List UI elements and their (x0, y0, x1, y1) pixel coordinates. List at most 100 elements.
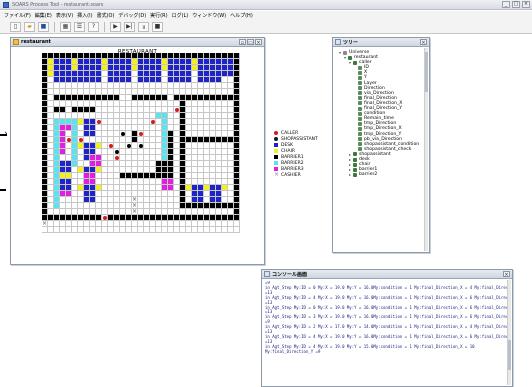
menu-insert[interactable]: 挿入(I) (77, 12, 92, 19)
tree-item-label: barrier2 (359, 172, 378, 178)
menu-run[interactable]: 実行(R) (150, 12, 167, 19)
window-titlebar: SOARS Process Tool - restaurant.soars _ … (0, 0, 532, 10)
tree-item[interactable]: ▸ barrier2 (339, 172, 419, 177)
legend-item: SHOPASSISTANT (274, 136, 318, 142)
restaurant-window-header[interactable]: restaurant ▫ ▭ × (11, 38, 264, 47)
legend-label: SHOPASSISTANT (281, 136, 318, 142)
menu-file[interactable]: ファイル(F) (4, 12, 31, 19)
legend-item: × CASHIER (274, 172, 318, 178)
console-line: in Agt_Step My:ID = 2 My:X = 17.0 My:Y =… (265, 324, 510, 330)
legend-label: CALLER (281, 130, 299, 136)
console-line: in Agt_Step My:ID = 0 My:X = 19.0 My:Y =… (265, 284, 510, 290)
variable-icon (358, 91, 362, 96)
grid-cell (234, 227, 240, 233)
variable-icon (358, 70, 362, 75)
grid-icon[interactable]: ▦ (60, 21, 71, 32)
pause-icon[interactable]: ॥ (138, 21, 149, 32)
save-icon[interactable]: ■ (38, 21, 49, 32)
frame-close-icon[interactable]: × (503, 271, 510, 278)
tree-scrollbar[interactable] (424, 48, 428, 251)
frame-close-icon[interactable]: × (420, 39, 427, 46)
variable-icon (358, 65, 362, 70)
legend-swatch: × (274, 171, 280, 178)
variable-icon (358, 86, 362, 91)
frame-close-icon[interactable]: × (255, 39, 262, 46)
console-line: My:final_Direction_Y =9 (265, 348, 321, 354)
restaurant-window-title: restaurant (21, 39, 51, 45)
console-line: in Agt_Step My:ID = 4 My:X = 19.0 My:Y =… (265, 294, 510, 300)
legend-swatch (274, 143, 278, 147)
menu-view[interactable]: 表示(V) (56, 12, 73, 19)
folder-icon (353, 167, 357, 172)
desktop-area: restaurant ▫ ▭ × RESTAURANT × × × × CALLER S… (0, 34, 532, 387)
console-scrollbar[interactable] (507, 280, 511, 385)
frame-icon (335, 39, 341, 45)
menu-debug[interactable]: デバッグ(D) (118, 12, 146, 19)
variable-icon (358, 76, 362, 81)
restaurant-window[interactable]: restaurant ▫ ▭ × RESTAURANT × × × × CALLER S… (10, 37, 318, 265)
folder-icon (353, 157, 357, 162)
window-title: SOARS Process Tool - restaurant.soars (12, 1, 104, 8)
tree-window-title: ツリー (343, 39, 359, 46)
toolbar: ▯ ▰ ■ ▦ ☰ ? ▶ ▶| ॥ ■ (0, 20, 532, 34)
legend-label: DESK (281, 142, 294, 148)
folder-icon (353, 152, 357, 157)
frame-icon (264, 271, 270, 277)
stop-icon[interactable]: ■ (152, 21, 163, 32)
variable-icon (358, 106, 362, 111)
menu-window[interactable]: ウィンドウ(W) (192, 12, 226, 19)
legend-swatch (274, 161, 278, 165)
folder-icon (343, 50, 347, 55)
legend-label: CASHIER (281, 172, 301, 178)
new-icon[interactable]: ▯ (10, 21, 21, 32)
tree-window[interactable]: ツリー × ▾ Universe ▾ restaurant ▾ caller ID X Y Lay… (332, 37, 430, 253)
legend-label: BARRIER3 (281, 166, 304, 172)
left-arrow-icon: › (4, 129, 8, 139)
open-icon[interactable]: ▰ (24, 21, 35, 32)
left-bar (0, 189, 6, 191)
menu-help[interactable]: ヘルプ(H) (230, 12, 253, 19)
restore-icon[interactable]: ▭ (247, 39, 254, 46)
folder-icon (353, 162, 357, 167)
console-output[interactable]: =9 in Agt_Step My:ID = 0 My:X = 19.0 My:Y… (265, 281, 510, 384)
console-window-title: コンソール画面 (272, 271, 308, 278)
folder-icon (353, 172, 357, 177)
close-icon[interactable]: × (522, 1, 530, 8)
help-icon[interactable]: ? (88, 21, 99, 32)
legend-swatch (274, 131, 278, 135)
folder-icon (353, 60, 357, 65)
variable-icon (358, 96, 362, 101)
minimize-icon[interactable]: _ (502, 1, 510, 8)
legend: CALLER SHOPASSISTANT DESK CHAIR BARRIER1 BARR… (274, 130, 318, 178)
menu-format[interactable]: 書式(O) (97, 12, 115, 19)
console-window-header[interactable]: コンソール画面 × (262, 270, 512, 279)
tree-window-header[interactable]: ツリー × (333, 38, 429, 47)
legend-swatch (274, 149, 278, 153)
console-line: in Agt_Step My:ID = 0 My:X = 19.0 My:Y =… (265, 304, 510, 310)
variable-icon (358, 142, 362, 147)
legend-swatch (274, 155, 278, 159)
variable-icon (358, 116, 362, 121)
menu-log[interactable]: ログ(L) (172, 12, 189, 19)
legend-label: BARRIER2 (281, 160, 304, 166)
step-icon[interactable]: ▶| (124, 21, 135, 32)
folder-icon (348, 55, 352, 60)
legend-swatch (274, 137, 278, 141)
play-icon[interactable]: ▶ (110, 21, 121, 32)
variable-icon (358, 137, 362, 142)
variable-icon (358, 101, 362, 106)
menu-edit[interactable]: 編集(E) (35, 12, 52, 19)
table-icon[interactable]: ☰ (74, 21, 85, 32)
variable-icon (358, 132, 362, 137)
iconify-icon[interactable]: ▫ (239, 39, 246, 46)
frame-icon (13, 39, 19, 45)
object-tree[interactable]: ▾ Universe ▾ restaurant ▾ caller ID X Y Layer Dire… (339, 50, 419, 177)
console-window[interactable]: コンソール画面 × =9 in Agt_Step My:ID = 0 My:X =… (261, 269, 513, 387)
variable-icon (358, 121, 362, 126)
maximize-icon[interactable]: □ (512, 1, 520, 8)
variable-icon (358, 147, 362, 152)
variable-icon (358, 111, 362, 116)
legend-label: BARRIER1 (281, 154, 304, 160)
console-line: in Agt_Step My:ID = 3 My:X = 19.0 My:Y =… (265, 314, 510, 320)
variable-icon (358, 81, 362, 86)
